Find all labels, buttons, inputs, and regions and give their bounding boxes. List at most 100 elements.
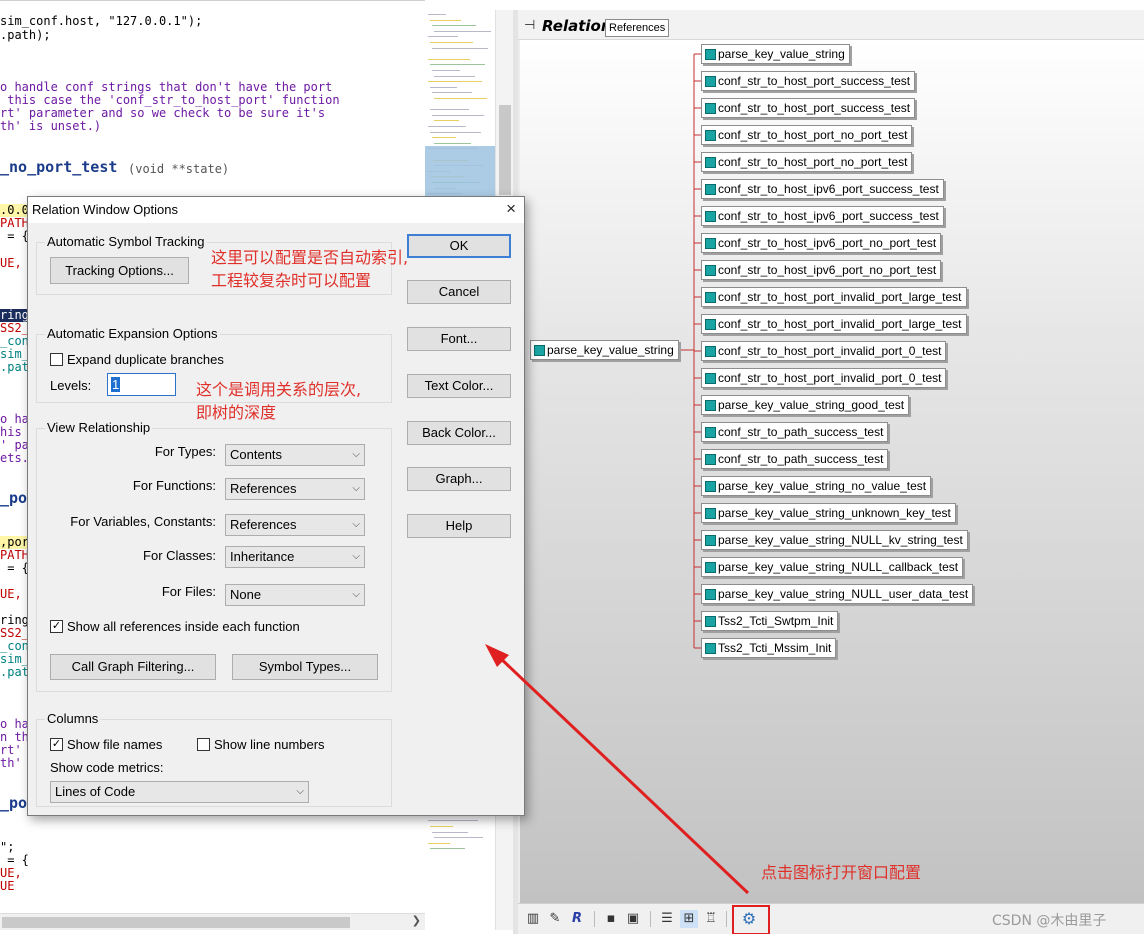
chevron-down-icon: ⌵ bbox=[352, 519, 360, 530]
child-node[interactable]: parse_key_value_string_good_test bbox=[701, 395, 910, 415]
for-functions-select[interactable]: References ⌵ bbox=[225, 478, 365, 500]
minimap-line bbox=[434, 98, 487, 99]
show-all-references-checkbox[interactable]: ✓ bbox=[50, 620, 63, 633]
levels-input[interactable]: 1 bbox=[107, 373, 176, 396]
ok-button[interactable]: OK bbox=[407, 234, 511, 258]
top-node[interactable]: parse_key_value_string bbox=[701, 44, 850, 64]
scrollbar-thumb[interactable] bbox=[2, 917, 350, 928]
lock-icon[interactable]: ▪ bbox=[602, 910, 620, 928]
for-variables-label: For Variables, Constants: bbox=[70, 514, 216, 529]
child-node[interactable]: conf_str_to_host_port_success_test bbox=[701, 98, 916, 118]
gear-icon[interactable]: ⚙ bbox=[740, 910, 758, 928]
outline-icon[interactable]: ☰ bbox=[658, 910, 676, 928]
back-color-button[interactable]: Back Color... bbox=[407, 421, 511, 445]
chevron-down-icon: ⌵ bbox=[352, 589, 360, 600]
child-node[interactable]: Tss2_Tcti_Swtpm_Init bbox=[701, 611, 839, 631]
child-node[interactable]: conf_str_to_host_port_success_test bbox=[701, 71, 916, 91]
child-node[interactable]: conf_str_to_host_ipv6_port_success_test bbox=[701, 206, 944, 226]
text-color-button[interactable]: Text Color... bbox=[407, 374, 511, 398]
dialog-titlebar[interactable]: Relation Window Options × bbox=[28, 197, 524, 223]
child-node[interactable]: conf_str_to_host_port_invalid_port_large… bbox=[701, 314, 967, 334]
show-file-names-label: Show file names bbox=[67, 737, 163, 752]
for-variables-select[interactable]: References ⌵ bbox=[225, 514, 365, 536]
scroll-right-icon[interactable]: ❯ bbox=[412, 914, 421, 927]
child-node[interactable]: conf_str_to_host_port_no_port_test bbox=[701, 152, 913, 172]
child-node[interactable]: conf_str_to_host_port_invalid_port_large… bbox=[701, 287, 967, 307]
child-node[interactable]: parse_key_value_string_NULL_user_data_te… bbox=[701, 584, 974, 604]
expand-duplicates-checkbox[interactable] bbox=[50, 353, 63, 366]
for-files-select[interactable]: None ⌵ bbox=[225, 584, 365, 606]
code-comment: ets. bbox=[0, 451, 29, 465]
minimap-line bbox=[430, 19, 461, 21]
tracking-annotation: 这里可以配置是否自动索引, bbox=[211, 248, 409, 267]
save-icon[interactable]: ▣ bbox=[624, 910, 642, 928]
child-node[interactable]: conf_str_to_host_port_invalid_port_0_tes… bbox=[701, 341, 947, 361]
minimap-line bbox=[428, 126, 466, 127]
child-node[interactable]: parse_key_value_string_NULL_callback_tes… bbox=[701, 557, 964, 577]
tracking-annotation: 工程较复杂时可以配置 bbox=[211, 271, 372, 290]
chevron-down-icon: ⌵ bbox=[352, 483, 360, 494]
show-line-numbers-checkbox[interactable] bbox=[197, 738, 210, 751]
code-comment: th' is unset.) bbox=[0, 119, 102, 133]
levels-annotation: 即树的深度 bbox=[196, 403, 277, 422]
relation-graph-canvas[interactable]: parse_key_value_string parse_key_value_s… bbox=[520, 40, 1144, 903]
minimap-line bbox=[432, 137, 456, 139]
code-line: .path); bbox=[0, 28, 51, 42]
relation-mode-button[interactable]: References bbox=[605, 19, 670, 37]
scrollbar-thumb[interactable] bbox=[499, 105, 511, 195]
function-name: _no_port_test bbox=[0, 158, 118, 176]
minimap-line bbox=[430, 848, 465, 850]
help-button[interactable]: Help bbox=[407, 514, 511, 538]
minimap-line bbox=[430, 86, 457, 88]
levels-label: Levels: bbox=[50, 378, 92, 393]
cancel-button[interactable]: Cancel bbox=[407, 280, 511, 304]
for-classes-select[interactable]: Inheritance ⌵ bbox=[225, 546, 365, 568]
child-node[interactable]: parse_key_value_string_unknown_key_test bbox=[701, 503, 956, 523]
group-label: Automatic Symbol Tracking bbox=[45, 234, 207, 249]
code-line: sim_conf.host, "127.0.0.1"); bbox=[0, 14, 203, 28]
watermark: CSDN @木由里子 bbox=[992, 913, 1107, 929]
minimap-line bbox=[428, 58, 470, 60]
show-file-names-checkbox[interactable]: ✓ bbox=[50, 738, 63, 751]
lock-file-icon[interactable]: ▥ bbox=[524, 910, 542, 928]
levels-annotation: 这个是调用关系的层次, bbox=[196, 380, 362, 399]
call-graph-filtering-button[interactable]: Call Graph Filtering... bbox=[50, 654, 216, 680]
minimap-line bbox=[434, 120, 459, 122]
code-metrics-select[interactable]: Lines of Code ⌵ bbox=[50, 781, 309, 803]
child-node[interactable]: conf_str_to_path_success_test bbox=[701, 422, 889, 442]
code-line: = { bbox=[0, 561, 29, 575]
code-line: UE bbox=[0, 879, 15, 893]
child-node[interactable]: conf_str_to_path_success_test bbox=[701, 449, 889, 469]
relation-tree-icon: ⊣ bbox=[524, 18, 536, 33]
child-node[interactable]: parse_key_value_string_no_value_test bbox=[701, 476, 932, 496]
child-node[interactable]: Tss2_Tcti_Mssim_Init bbox=[701, 638, 837, 658]
relation-icon[interactable]: R bbox=[568, 910, 586, 928]
root-node[interactable]: parse_key_value_string bbox=[530, 340, 679, 360]
child-node[interactable]: conf_str_to_host_ipv6_port_no_port_test bbox=[701, 260, 942, 280]
tracking-options-button[interactable]: Tracking Options... bbox=[50, 257, 189, 284]
minimap-line bbox=[430, 826, 453, 827]
minimap-line bbox=[432, 92, 472, 94]
tree-layout-icon[interactable]: ⊞ bbox=[680, 910, 698, 928]
child-node[interactable]: conf_str_to_host_ipv6_port_no_port_test bbox=[701, 233, 942, 253]
close-icon[interactable]: × bbox=[506, 199, 516, 219]
child-node[interactable]: conf_str_to_host_port_invalid_port_0_tes… bbox=[701, 368, 947, 388]
symbol-types-button[interactable]: Symbol Types... bbox=[232, 654, 378, 680]
for-types-select[interactable]: Contents ⌵ bbox=[225, 444, 365, 466]
reference-icon[interactable]: ✎ bbox=[546, 910, 564, 928]
code-line: = { bbox=[0, 229, 29, 243]
chevron-down-icon: ⌵ bbox=[352, 551, 360, 562]
function-params: (void **state) bbox=[128, 162, 230, 176]
graph-button[interactable]: Graph... bbox=[407, 467, 511, 491]
child-node[interactable]: conf_str_to_host_ipv6_port_success_test bbox=[701, 179, 944, 199]
child-node[interactable]: conf_str_to_host_port_no_port_test bbox=[701, 125, 913, 145]
child-node[interactable]: parse_key_value_string_NULL_kv_string_te… bbox=[701, 530, 968, 550]
group-label: View Relationship bbox=[45, 420, 153, 435]
minimap-line bbox=[434, 837, 483, 839]
hierarchy-icon[interactable]: ♖ bbox=[702, 910, 720, 928]
view-relationship-group: View Relationship For Types: Contents ⌵ F… bbox=[36, 420, 392, 692]
minimap-line bbox=[432, 831, 468, 833]
toolbar-separator bbox=[726, 911, 727, 927]
editor-horizontal-scrollbar[interactable]: ❯ bbox=[0, 913, 425, 930]
font-button[interactable]: Font... bbox=[407, 327, 511, 351]
